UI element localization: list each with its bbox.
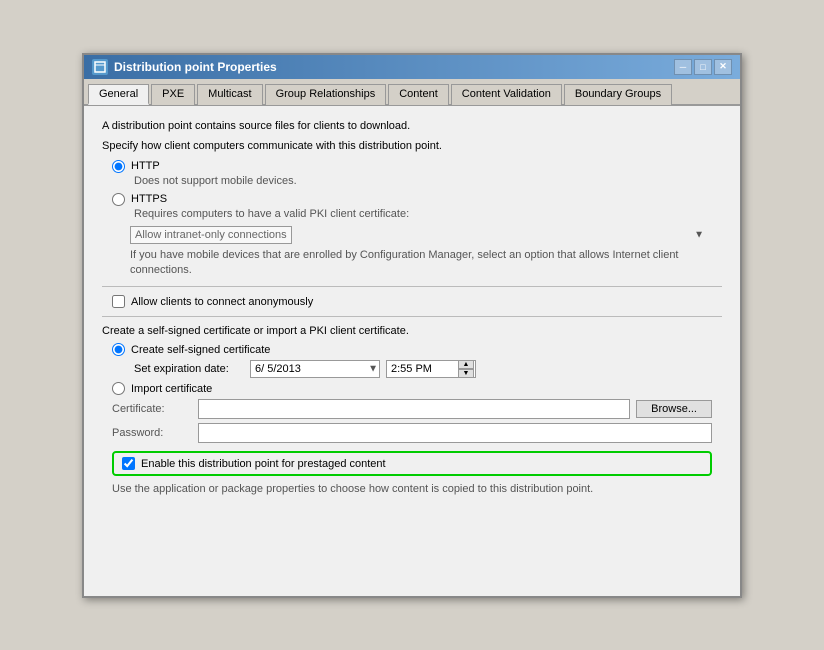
prestaged-highlight-box: Enable this distribution point for prest… — [112, 451, 712, 476]
create-cert-radio-row: Create self-signed certificate — [112, 343, 722, 356]
maximize-button[interactable]: □ — [694, 59, 712, 75]
tab-pxe[interactable]: PXE — [151, 84, 195, 105]
main-window: Distribution point Properties ─ □ ✕ Gene… — [82, 53, 742, 598]
prestaged-label: Enable this distribution point for prest… — [141, 458, 386, 470]
anonymous-checkbox-row: Allow clients to connect anonymously — [112, 295, 712, 308]
date-input[interactable] — [250, 360, 380, 378]
http-note: Does not support mobile devices. — [134, 175, 722, 187]
description2: Specify how client computers communicate… — [102, 140, 722, 152]
http-radio-row: HTTP — [112, 160, 722, 173]
certificate-input[interactable] — [198, 399, 630, 419]
expiry-label: Set expiration date: — [134, 363, 244, 375]
divider2 — [102, 316, 722, 317]
create-cert-radio[interactable] — [112, 343, 125, 356]
tab-general[interactable]: General — [88, 84, 149, 105]
certificate-field-row: Certificate: Browse... — [112, 399, 712, 419]
tab-multicast[interactable]: Multicast — [197, 84, 262, 105]
connection-dropdown-wrapper: Allow intranet-only connections ▼ — [130, 226, 706, 244]
import-cert-label: Import certificate — [131, 383, 212, 395]
content-area: A distribution point contains source fil… — [84, 106, 740, 596]
tab-group-relationships[interactable]: Group Relationships — [265, 84, 387, 105]
http-radio[interactable] — [112, 160, 125, 173]
title-bar-text: Distribution point Properties — [114, 60, 277, 74]
password-field-row: Password: — [112, 423, 712, 443]
tab-content[interactable]: Content — [388, 84, 449, 105]
import-cert-radio-row: Import certificate — [112, 382, 722, 395]
time-spin-buttons: ▲ ▼ — [458, 360, 474, 378]
time-spin-up[interactable]: ▲ — [458, 360, 474, 369]
anonymous-checkbox[interactable] — [112, 295, 125, 308]
title-bar-controls: ─ □ ✕ — [674, 59, 732, 75]
dropdown-arrow-icon: ▼ — [694, 229, 704, 240]
date-input-wrapper: ▼ — [250, 360, 380, 378]
time-spin-down[interactable]: ▼ — [458, 369, 474, 378]
dropdown-row: Allow intranet-only connections ▼ — [130, 226, 706, 244]
minimize-button[interactable]: ─ — [674, 59, 692, 75]
prestaged-note: Use the application or package propertie… — [112, 482, 712, 497]
password-field-label: Password: — [112, 427, 192, 439]
import-cert-radio[interactable] — [112, 382, 125, 395]
browse-cert-button[interactable]: Browse... — [636, 400, 712, 418]
window-icon — [92, 59, 108, 75]
https-note: Requires computers to have a valid PKI c… — [134, 208, 722, 220]
cert-field-label: Certificate: — [112, 403, 192, 415]
time-input-wrapper: ▲ ▼ — [386, 360, 476, 378]
connection-type-select[interactable]: Allow intranet-only connections — [130, 226, 292, 244]
https-radio[interactable] — [112, 193, 125, 206]
password-input[interactable] — [198, 423, 712, 443]
tab-bar: General PXE Multicast Group Relationship… — [84, 79, 740, 106]
prestaged-checkbox[interactable] — [122, 457, 135, 470]
mobile-note: If you have mobile devices that are enro… — [130, 248, 722, 279]
cert-description: Create a self-signed certificate or impo… — [102, 325, 722, 337]
tab-boundary-groups[interactable]: Boundary Groups — [564, 84, 672, 105]
description1: A distribution point contains source fil… — [102, 120, 722, 132]
title-bar: Distribution point Properties ─ □ ✕ — [84, 55, 740, 79]
divider1 — [102, 286, 722, 287]
anonymous-label: Allow clients to connect anonymously — [131, 296, 313, 308]
tab-content-validation[interactable]: Content Validation — [451, 84, 562, 105]
expiry-row: Set expiration date: ▼ ▲ ▼ — [134, 360, 722, 378]
https-radio-row: HTTPS — [112, 193, 722, 206]
close-button[interactable]: ✕ — [714, 59, 732, 75]
http-label: HTTP — [131, 160, 160, 172]
https-label: HTTPS — [131, 193, 167, 205]
create-cert-label: Create self-signed certificate — [131, 344, 270, 356]
